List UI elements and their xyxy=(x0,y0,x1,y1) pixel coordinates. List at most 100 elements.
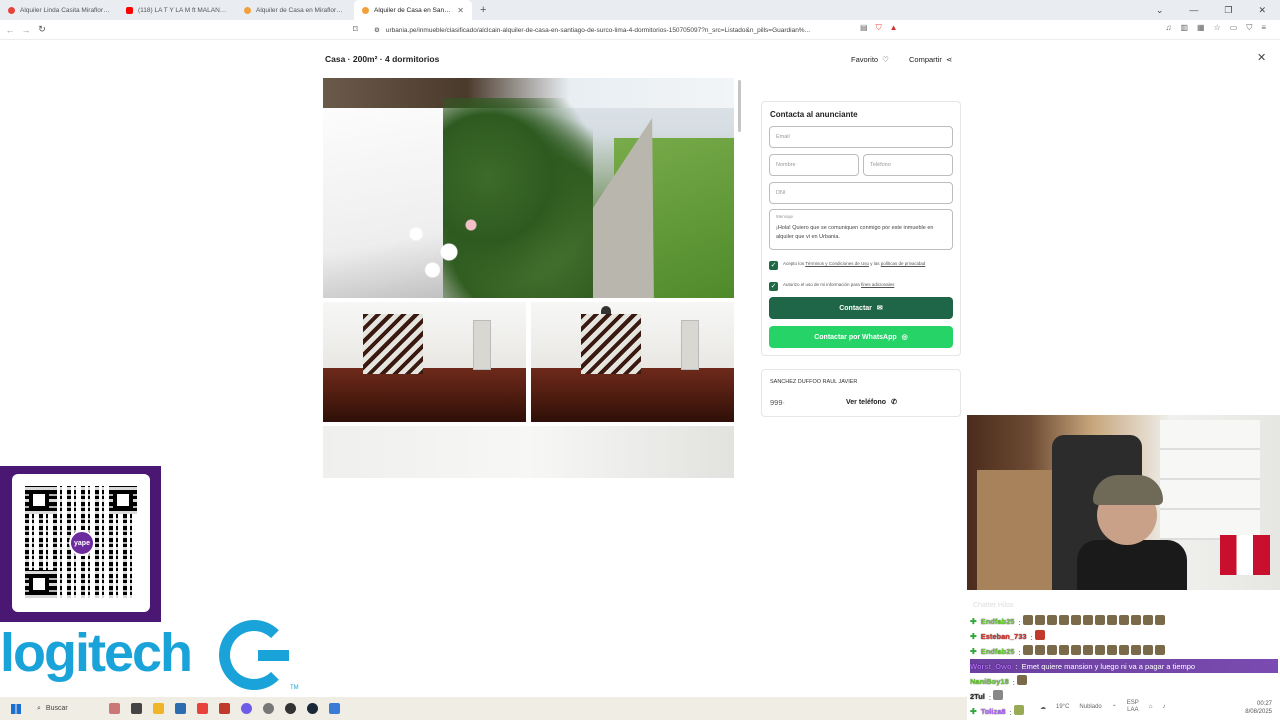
messenger-icon[interactable] xyxy=(241,703,252,714)
gallery-scrollbar[interactable] xyxy=(738,80,741,132)
lamp-icon xyxy=(601,306,611,314)
tab-favicon-icon xyxy=(362,6,369,14)
browser-tab[interactable]: Alquiler de Casa en Miraflores - Lim xyxy=(236,0,354,20)
favorite-button[interactable]: Favorito ♡ xyxy=(851,55,889,64)
share-label: Compartir xyxy=(909,55,942,64)
chat-message: ✚ Esteban_733 : xyxy=(970,629,1047,643)
task-view-icon[interactable] xyxy=(131,703,142,714)
tab-label: (118) LA T Y LA M ft MALANDRO xyxy=(138,6,228,14)
terms-link[interactable]: Términos y Condiciones de Uso xyxy=(805,261,869,266)
browser-tab[interactable]: (118) LA T Y LA M ft MALANDRO xyxy=(118,0,236,20)
dni-field[interactable]: DNI xyxy=(769,182,953,204)
media-icon[interactable] xyxy=(219,703,230,714)
phone-field[interactable]: Teléfono xyxy=(863,154,953,176)
widgets-icon[interactable] xyxy=(109,703,120,714)
tab-bar: Alquiler Linda Casita Miraflores (A.C (1… xyxy=(0,0,1280,20)
webcam-feed xyxy=(967,415,1280,590)
heart-icon: ♡ xyxy=(882,55,889,64)
gallery-photo[interactable] xyxy=(531,302,734,422)
tab-label: Alquiler Linda Casita Miraflores (A.C xyxy=(20,6,110,14)
whatsapp-icon: ◎ xyxy=(901,334,908,341)
contact-button[interactable]: Contactar ✉ xyxy=(769,297,953,319)
gallery-photo[interactable] xyxy=(323,302,526,422)
forward-icon[interactable]: → xyxy=(18,25,34,35)
weather-icon[interactable]: ☁ xyxy=(1040,704,1046,711)
settings-icon[interactable] xyxy=(263,703,274,714)
window-controls: ⌄ — ❐ ✕ xyxy=(1156,0,1280,20)
additional-purposes-link[interactable]: fines adicionales xyxy=(861,282,894,287)
logitech-tm: TM xyxy=(290,685,299,691)
tab-favicon-icon xyxy=(244,6,251,14)
volume-icon[interactable]: ♪ xyxy=(1162,704,1165,710)
tab-close-icon[interactable]: ✕ xyxy=(457,6,464,15)
sidebar-icon[interactable]: ▥ xyxy=(1180,23,1188,33)
reader-icon[interactable]: ▤ xyxy=(860,23,868,33)
tab-label: Alquiler de Casa en Miraflores - Lim xyxy=(256,6,346,14)
bookmark-icon[interactable]: ⌑ xyxy=(353,24,358,35)
badge-icon: ✚ xyxy=(970,616,977,626)
logitech-logo: logitech xyxy=(0,623,193,683)
authorize-checkbox[interactable]: ✓ xyxy=(769,282,778,291)
advertiser-phone: 999‹ xyxy=(770,398,786,407)
close-icon[interactable]: ✕ xyxy=(1258,5,1266,16)
site-info-icon[interactable]: ⚙ xyxy=(374,26,380,34)
taskbar: ⌕ Buscar xyxy=(0,697,967,720)
music-icon[interactable]: ♫ xyxy=(1165,23,1171,33)
obs-icon[interactable] xyxy=(285,703,296,714)
split-icon[interactable]: ▦ xyxy=(1197,23,1205,33)
taskbar-search[interactable]: ⌕ Buscar xyxy=(31,700,105,717)
shield-icon[interactable]: ⛉ xyxy=(876,23,882,33)
file-explorer-icon[interactable] xyxy=(153,703,164,714)
browser-tab-active[interactable]: Alquiler de Casa en Santiago de ✕ xyxy=(354,0,472,20)
tab-favicon-icon xyxy=(8,6,15,14)
chevron-down-icon[interactable]: ⌄ xyxy=(1156,5,1164,16)
gallery-photo[interactable] xyxy=(323,426,734,478)
language-indicator[interactable]: ESP LAA xyxy=(1127,700,1139,714)
url-field[interactable]: ⚙ urbania.pe/inmueble/clasificado/alclca… xyxy=(374,23,810,37)
store-icon[interactable] xyxy=(175,703,186,714)
browser-tab[interactable]: Alquiler Linda Casita Miraflores (A.C xyxy=(0,0,118,20)
chevron-up-icon[interactable]: ⌃ xyxy=(1112,704,1117,711)
new-tab-button[interactable]: + xyxy=(480,4,486,16)
back-icon[interactable]: ← xyxy=(2,25,18,35)
network-icon[interactable]: ⌂ xyxy=(1149,704,1153,710)
contact-form: Contacta al anunciante Email Nombre Telé… xyxy=(761,101,961,356)
menu-icon[interactable]: ≡ xyxy=(1261,23,1266,33)
minimize-icon[interactable]: — xyxy=(1189,5,1198,15)
contact-form-title: Contacta al anunciante xyxy=(770,110,858,119)
steam-icon[interactable] xyxy=(307,703,318,714)
app-icon[interactable] xyxy=(329,703,340,714)
share-button[interactable]: Compartir ⋖ xyxy=(909,55,952,64)
terms-checkbox-row: ✓ Acepto los Términos y Condiciones de U… xyxy=(769,261,926,270)
close-listing-icon[interactable]: ✕ xyxy=(1257,51,1266,64)
wallet-icon[interactable]: ▭ xyxy=(1230,23,1238,33)
share-icon: ⋖ xyxy=(945,55,953,64)
badge-icon: ✚ xyxy=(970,646,977,656)
chat-header: Chatter Hilos xyxy=(973,602,1014,609)
whatsapp-button[interactable]: Contactar por WhatsApp ◎ xyxy=(769,326,953,348)
privacy-link[interactable]: políticas de privacidad xyxy=(881,261,926,266)
maximize-icon[interactable]: ❐ xyxy=(1224,5,1232,16)
reload-icon[interactable]: ↻ xyxy=(34,24,50,35)
brave-icon[interactable] xyxy=(197,703,208,714)
chat-message: ✚ Toliza8 : xyxy=(970,704,1026,718)
terms-checkbox[interactable]: ✓ xyxy=(769,261,778,270)
bookmarks-icon[interactable]: ☆ xyxy=(1214,23,1221,33)
name-field[interactable]: Nombre xyxy=(769,154,859,176)
youtube-icon xyxy=(126,6,133,14)
vpn-icon[interactable]: ⛉ xyxy=(1246,23,1252,33)
chat-message: 2Tul : xyxy=(970,689,1005,703)
weather-status: Nublado xyxy=(1079,704,1102,710)
tab-label: Alquiler de Casa en Santiago de xyxy=(374,6,452,14)
email-field[interactable]: Email xyxy=(769,126,953,148)
chat-message: NaniBoy18 : xyxy=(970,674,1029,688)
warning-icon[interactable]: ▲ xyxy=(890,23,898,33)
taskbar-clock[interactable]: 00:27 8/08/2025 xyxy=(1245,700,1272,716)
main-photo[interactable] xyxy=(323,78,734,298)
see-phone-button[interactable]: Ver teléfono ✆ xyxy=(846,398,897,407)
address-bar: ← → ↻ ⌑ ⚙ urbania.pe/inmueble/clasificad… xyxy=(0,20,1280,40)
windows-start-icon[interactable] xyxy=(11,703,21,714)
message-field[interactable]: Mensaje ¡Hola! Quiero que se comuniquen … xyxy=(769,209,953,250)
qr-code: yape xyxy=(25,486,137,598)
badge-icon: ✚ xyxy=(970,631,977,641)
